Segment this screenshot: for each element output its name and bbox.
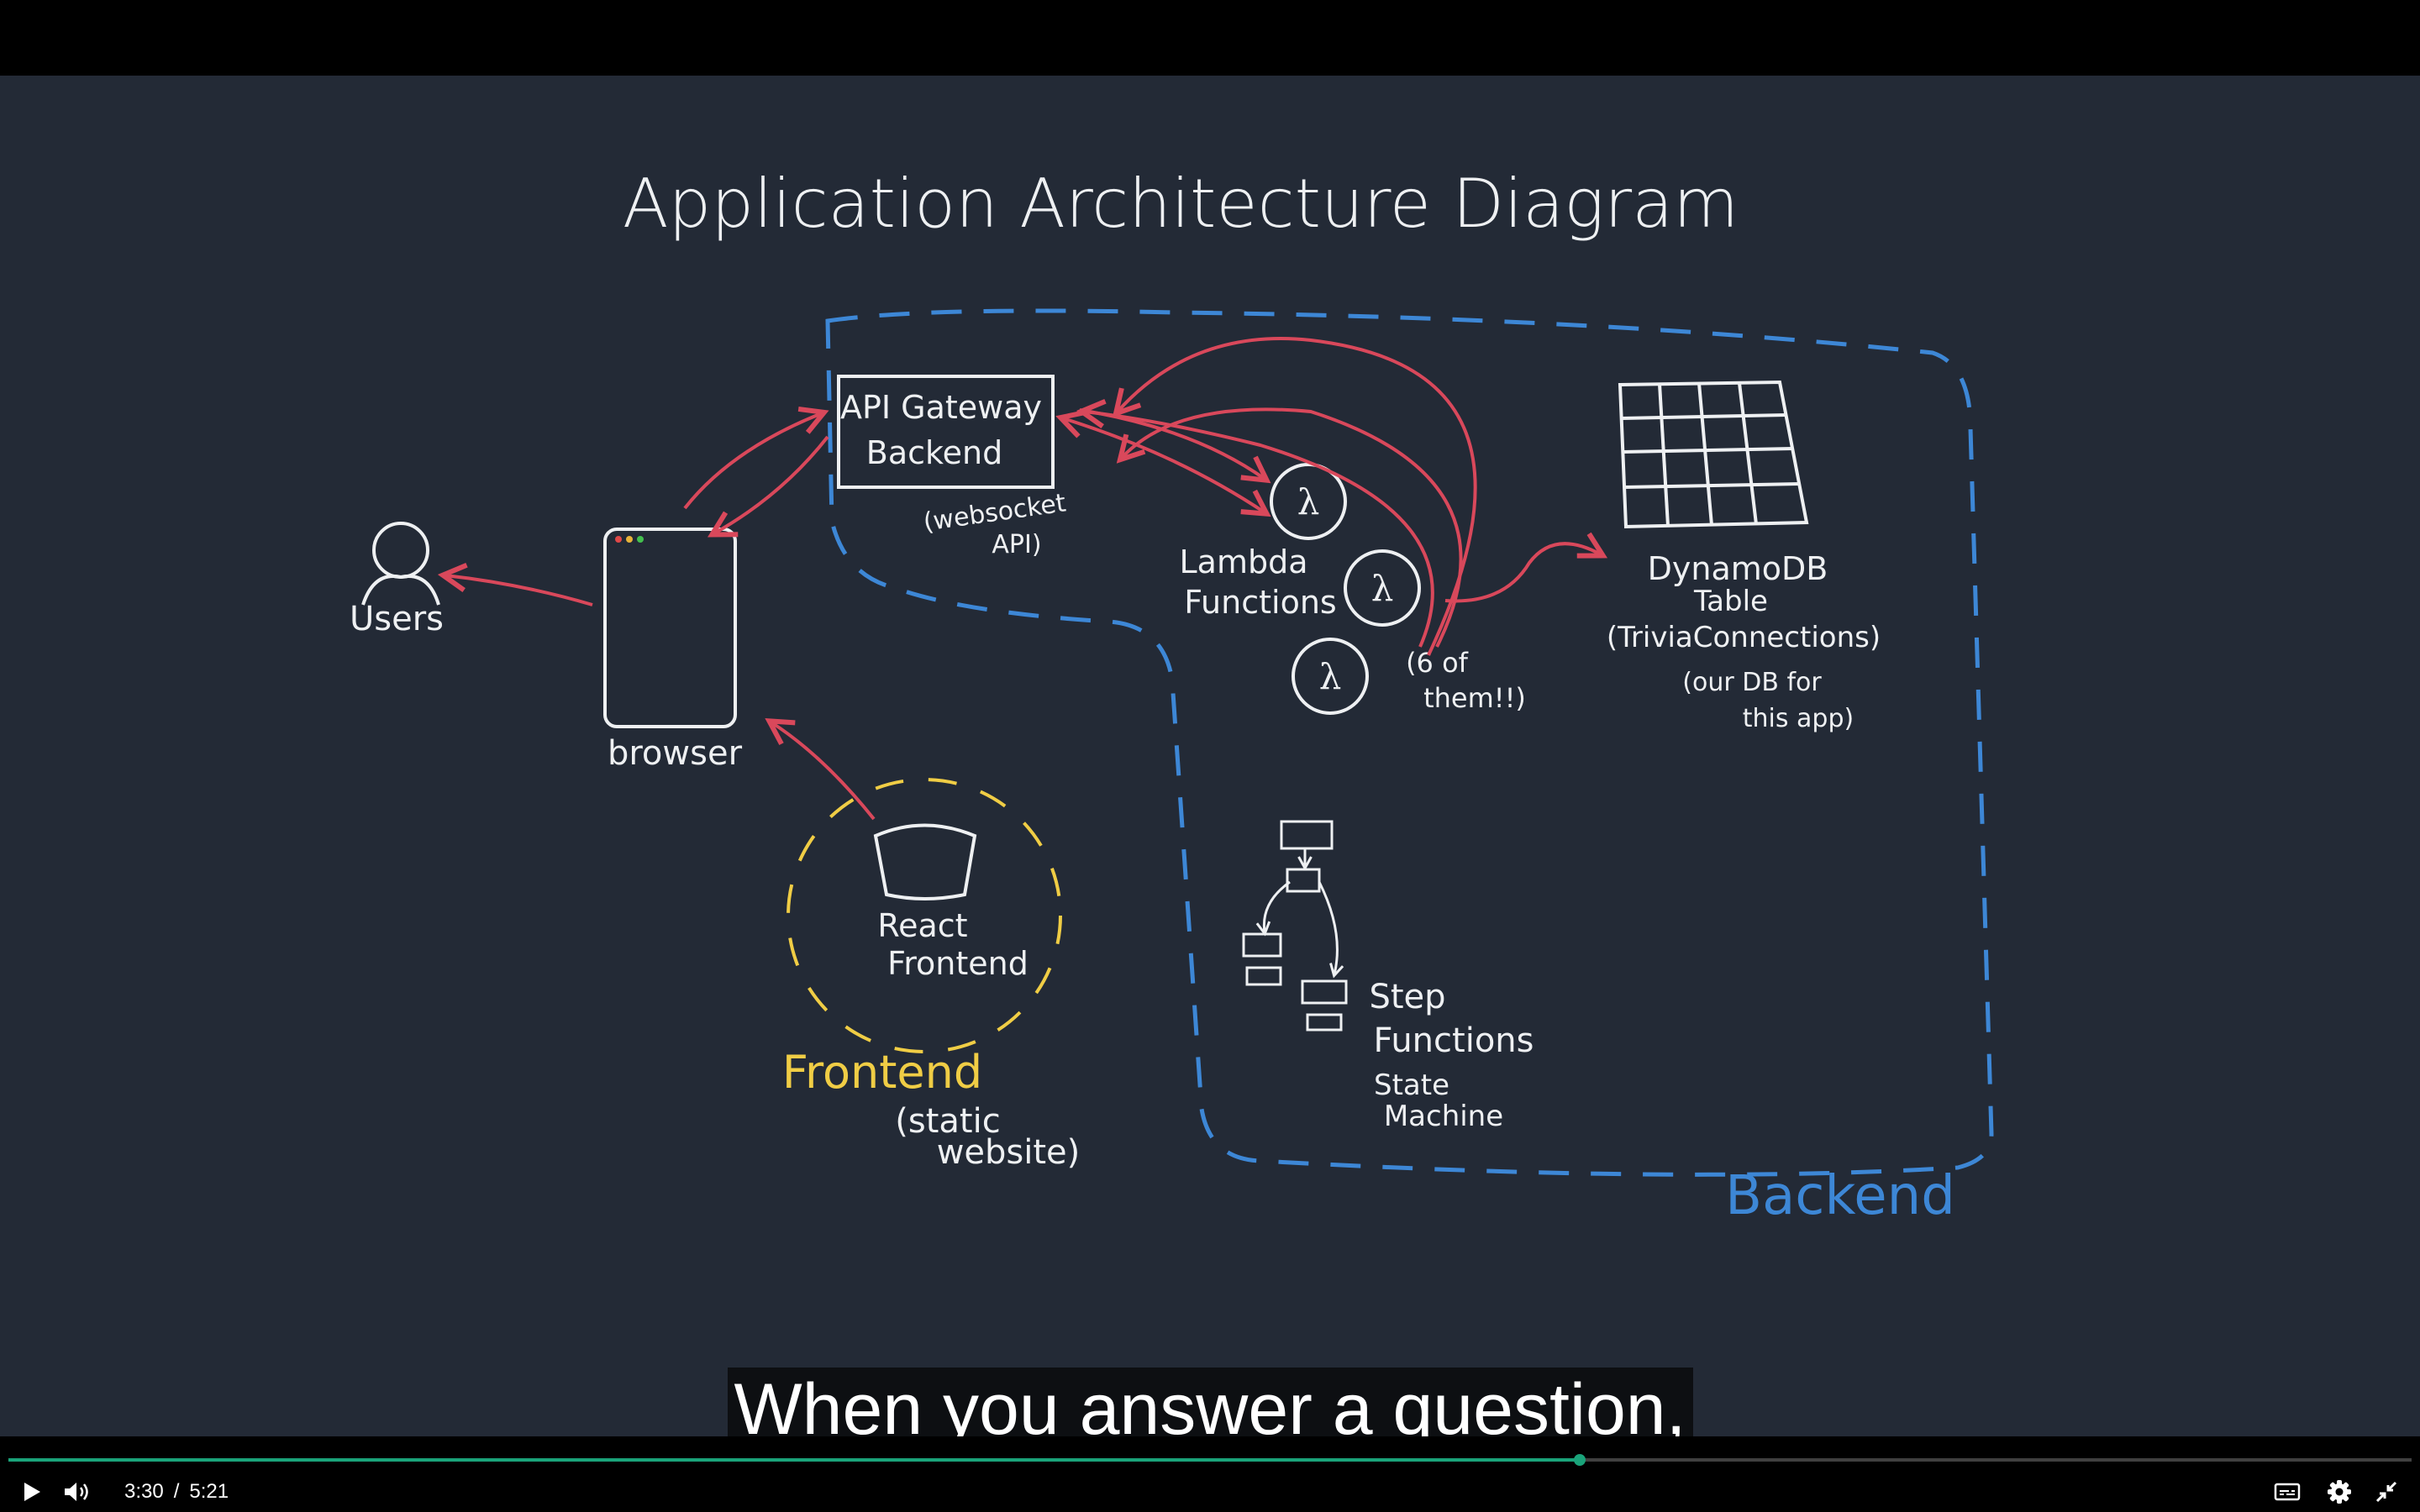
lambda-label-line2: Functions bbox=[1184, 584, 1336, 621]
react-label-line1: React bbox=[877, 907, 967, 944]
progress-fill bbox=[8, 1458, 1581, 1462]
arrow-react-to-browser bbox=[771, 722, 876, 821]
arrow-browser-to-api bbox=[683, 413, 822, 510]
arrow-api-to-browser bbox=[714, 435, 829, 533]
arrow-browser-to-users bbox=[445, 575, 593, 606]
state-machine-label-line2: Machine bbox=[1384, 1100, 1503, 1133]
volume-icon bbox=[65, 1483, 88, 1501]
letterbox-top bbox=[0, 0, 2420, 76]
backend-label: Backend bbox=[1725, 1165, 1955, 1227]
dynamodb-note-line1: (our DB for bbox=[1682, 668, 1822, 697]
dynamodb-label-line3: (TriviaConnections) bbox=[1607, 621, 1881, 654]
exit-fullscreen-button[interactable] bbox=[2371, 1477, 2402, 1507]
time-separator: / bbox=[173, 1480, 180, 1503]
s3-bucket-icon bbox=[873, 823, 977, 900]
lambda-symbol: λ bbox=[1297, 481, 1320, 522]
step-functions-label-line2: Functions bbox=[1374, 1021, 1534, 1060]
lambda-label-line1: Lambda bbox=[1179, 543, 1307, 580]
lambda-note-line2: them!!) bbox=[1423, 682, 1526, 714]
diagram-title: Application Architecture Diagram bbox=[623, 165, 1739, 243]
time-display: 3:30 / 5:21 bbox=[124, 1478, 229, 1505]
dynamodb-note-line2: this app) bbox=[1743, 704, 1854, 733]
architecture-diagram: Application Architecture Diagram Backend… bbox=[350, 165, 1994, 1227]
current-time: 3:30 bbox=[124, 1480, 164, 1503]
browser-label: browser bbox=[608, 734, 743, 773]
exit-fullscreen-icon bbox=[2375, 1481, 2397, 1503]
dynamodb-label-line2: Table bbox=[1693, 585, 1768, 618]
lambda-symbol: λ bbox=[1371, 568, 1394, 609]
dynamodb-label-line1: DynamoDB bbox=[1648, 550, 1828, 587]
api-gateway-label-line2: Backend bbox=[866, 434, 1002, 471]
settings-button[interactable] bbox=[2324, 1477, 2354, 1507]
frontend-note-line2: website) bbox=[937, 1133, 1081, 1172]
captions-icon bbox=[2274, 1483, 2301, 1501]
arrow-api-lambda-bidirectional bbox=[1063, 418, 1265, 512]
lambda-note-line1: (6 of bbox=[1406, 647, 1469, 679]
volume-button[interactable] bbox=[62, 1477, 92, 1507]
step-functions-icon bbox=[1242, 820, 1348, 1032]
play-button[interactable] bbox=[17, 1477, 47, 1507]
settings-icon bbox=[2328, 1480, 2351, 1504]
dynamodb-table-icon bbox=[1618, 380, 1809, 529]
frontend-label: Frontend bbox=[782, 1046, 982, 1099]
step-functions-label-line1: Step bbox=[1369, 978, 1445, 1016]
lambda-symbol: λ bbox=[1319, 656, 1342, 697]
play-icon bbox=[24, 1483, 40, 1501]
state-machine-label-line1: State bbox=[1374, 1068, 1449, 1102]
player-controls: 3:30 / 5:21 bbox=[0, 1436, 2420, 1512]
progress-handle[interactable] bbox=[1574, 1454, 1586, 1466]
api-note-line2: API) bbox=[992, 530, 1041, 559]
users-label: Users bbox=[350, 600, 444, 638]
lambda-function-1: λ bbox=[1270, 463, 1347, 540]
arrow-api-to-lambda bbox=[1079, 408, 1265, 479]
progress-bar[interactable] bbox=[8, 1454, 2412, 1466]
react-label-line2: Frontend bbox=[887, 945, 1028, 982]
captions-button[interactable] bbox=[2272, 1477, 2302, 1507]
lambda-function-3: λ bbox=[1292, 638, 1369, 715]
duration: 5:21 bbox=[189, 1480, 229, 1503]
browser-window-icon bbox=[603, 528, 737, 728]
arrow-lambda-to-dynamodb bbox=[1444, 543, 1601, 603]
api-gateway-label-line1: API Gateway bbox=[840, 389, 1042, 426]
users-icon bbox=[361, 522, 440, 606]
lambda-function-2: λ bbox=[1344, 549, 1421, 627]
